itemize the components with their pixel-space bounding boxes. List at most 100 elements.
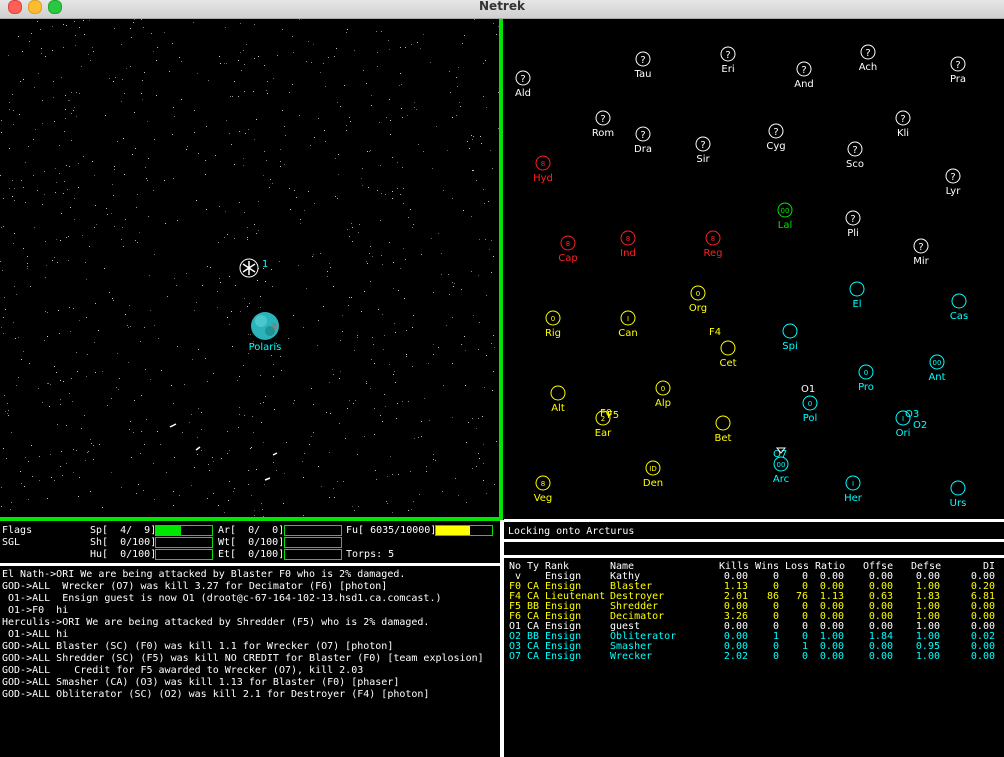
planet-mir[interactable]: ? Mir <box>913 238 930 267</box>
planet-arc[interactable]: 00 Arc <box>773 456 789 485</box>
planet-tau[interactable]: ? Tau <box>634 51 652 80</box>
planet-rom[interactable]: ? Rom <box>592 110 614 139</box>
unknown-planet-icon: ? <box>600 114 605 125</box>
planet-resource-glyph: 00 <box>781 207 790 215</box>
planet-pli[interactable]: ? Pli <box>845 210 861 239</box>
planet-sir[interactable]: ? Sir <box>695 136 711 165</box>
planet-alp[interactable]: 0 Alp <box>655 380 671 409</box>
tactical-view[interactable]: 1 8 Polaris <box>0 19 499 517</box>
ship-marker[interactable]: O7 <box>773 449 787 460</box>
galactic-map[interactable]: ? Ald ? Tau ? Eri ? And ? Ach? Pra ? Rom ? Dra ? Sir ? Cyg… <box>503 19 1004 517</box>
planet-lal[interactable]: 00 Lal <box>777 202 793 231</box>
unknown-planet-icon: ? <box>900 114 905 125</box>
message-line: O1->ALL Ensign guest is now O1 (droot@c-… <box>2 592 442 604</box>
planet-resource-glyph: 00 <box>777 461 786 469</box>
message-line: O1->ALL hi <box>2 628 69 640</box>
planet-marker <box>951 293 967 309</box>
planet-name: Her <box>844 493 863 504</box>
engine-temp-gauge <box>284 549 342 560</box>
planet-lyr[interactable]: ? Lyr <box>945 168 962 197</box>
tactical-canvas[interactable]: 1 8 Polaris <box>0 19 499 517</box>
polaris-planet[interactable]: 8 Polaris <box>249 312 282 353</box>
planet-pro[interactable]: 0 Pro <box>858 364 874 393</box>
armies-gauge <box>284 525 342 536</box>
planet-alt[interactable]: Alt <box>550 385 566 414</box>
planet-pol[interactable]: 0 Pol <box>802 395 818 424</box>
planet-hyd[interactable]: 8 Hyd <box>533 155 553 184</box>
flags-value: SGL <box>2 537 21 548</box>
planet-ind[interactable]: 8 Ind <box>620 230 636 259</box>
galactic-canvas[interactable]: ? Ald ? Tau ? Eri ? And ? Ach ? Pra ? Rom ? Dra ? Sir ? Cyg… <box>503 19 1004 517</box>
torps-readout: Torps: 5 <box>346 549 395 560</box>
ship-marker[interactable]: F5 <box>607 410 619 421</box>
planet-org[interactable]: 0 Org <box>689 285 707 314</box>
planet-ant[interactable]: 00 Ant <box>928 354 946 383</box>
message-line: GOD->ALL Blaster (SC) (F0) was kill 1.1 … <box>2 640 394 652</box>
planet-name: Veg <box>534 493 553 504</box>
planet-spi[interactable]: Spi <box>782 323 798 352</box>
view-divider-horizontal <box>0 517 503 521</box>
planet-name: Lal <box>778 220 792 231</box>
planet-sco[interactable]: ? Sco <box>846 141 864 170</box>
player-no-cell: O7 <box>509 651 522 662</box>
speed-gauge-fill <box>156 526 181 535</box>
planet-veg[interactable]: 8 Veg <box>534 475 553 504</box>
ship-marker[interactable]: O3 <box>905 409 919 420</box>
planet-urs[interactable]: Urs <box>950 480 967 509</box>
planet-bet[interactable]: Bet <box>715 415 732 444</box>
ship-marker[interactable]: F4 <box>709 327 721 338</box>
planet-name: Can <box>618 328 637 339</box>
planet-eri[interactable]: ? Eri <box>720 46 736 75</box>
planet-cap[interactable]: 8 Cap <box>558 235 578 264</box>
planet-dra[interactable]: ? Dra <box>634 126 652 155</box>
player-ship-label: 1 <box>262 259 268 270</box>
planet-resource-glyph: 0 <box>864 369 868 377</box>
message-line: GOD->ALL Credit for F5 awarded to Wrecke… <box>2 664 364 676</box>
planet-marker <box>849 281 865 297</box>
window-titlebar: Netrek <box>0 0 1004 19</box>
planet-ach[interactable]: ? Ach <box>859 44 878 73</box>
planet-den[interactable]: ID Den <box>643 460 663 489</box>
window-title: Netrek <box>479 0 525 13</box>
planet-name: Spi <box>782 341 797 352</box>
fuel-gauge-fill <box>436 526 470 535</box>
planet-name: Hyd <box>533 173 553 184</box>
unknown-planet-icon: ? <box>640 55 645 66</box>
ship-marker[interactable]: O2 <box>913 420 927 431</box>
planet-name: Reg <box>704 248 723 259</box>
planet-pra[interactable]: ? Pra <box>950 56 966 85</box>
review-divider-1 <box>504 539 1004 542</box>
planet-cyg[interactable]: ? Cyg <box>766 123 786 152</box>
hull-readout: Hu[ 0/100] <box>90 549 157 560</box>
planet-name: Cap <box>558 253 577 264</box>
planet-name: Bet <box>715 433 732 444</box>
planet-el[interactable]: El <box>849 281 865 310</box>
planet-ald[interactable]: ? Ald <box>515 70 531 99</box>
planet-reg[interactable]: 8 Reg <box>704 230 723 259</box>
player-list: No Ty Rank Name Kills Wins Loss Ratio Of… <box>505 562 1001 662</box>
player-ship: 1 <box>239 258 268 278</box>
header-type: Ty <box>527 561 540 572</box>
unknown-planet-icon: ? <box>955 60 960 71</box>
unknown-planet-icon: ? <box>950 172 955 183</box>
planet-can[interactable]: I Can <box>618 310 638 339</box>
planet-name-polaris: Polaris <box>249 342 282 353</box>
planet-her[interactable]: I Her <box>844 475 863 504</box>
planet-name: Pra <box>950 74 966 85</box>
planet-resource-glyph: ID <box>649 465 656 473</box>
planet-name: Lyr <box>946 186 962 197</box>
player-name-cell: Wrecker <box>610 651 653 662</box>
planet-rig[interactable]: 0 Rig <box>545 310 561 339</box>
planet-cet[interactable]: Cet <box>719 340 737 369</box>
player-row[interactable]: O7 CA Ensign Wrecker 2.02 0 0 0.00 0.00 1.00 0.00 <box>505 652 1001 662</box>
engine-temp-readout: Et[ 0/100] <box>218 549 285 560</box>
ship-marker[interactable]: O1 <box>801 384 815 395</box>
planet-name: Urs <box>950 498 967 509</box>
fuel-gauge <box>435 525 493 536</box>
planet-resource-glyph: 00 <box>933 359 942 367</box>
planet-and[interactable]: ? And <box>794 61 814 90</box>
planet-cas[interactable]: Cas <box>950 293 968 322</box>
planet-resource-glyph: 0 <box>661 385 665 393</box>
planet-kli[interactable]: ? Kli <box>895 110 911 139</box>
weapon-temp-gauge <box>284 537 342 548</box>
